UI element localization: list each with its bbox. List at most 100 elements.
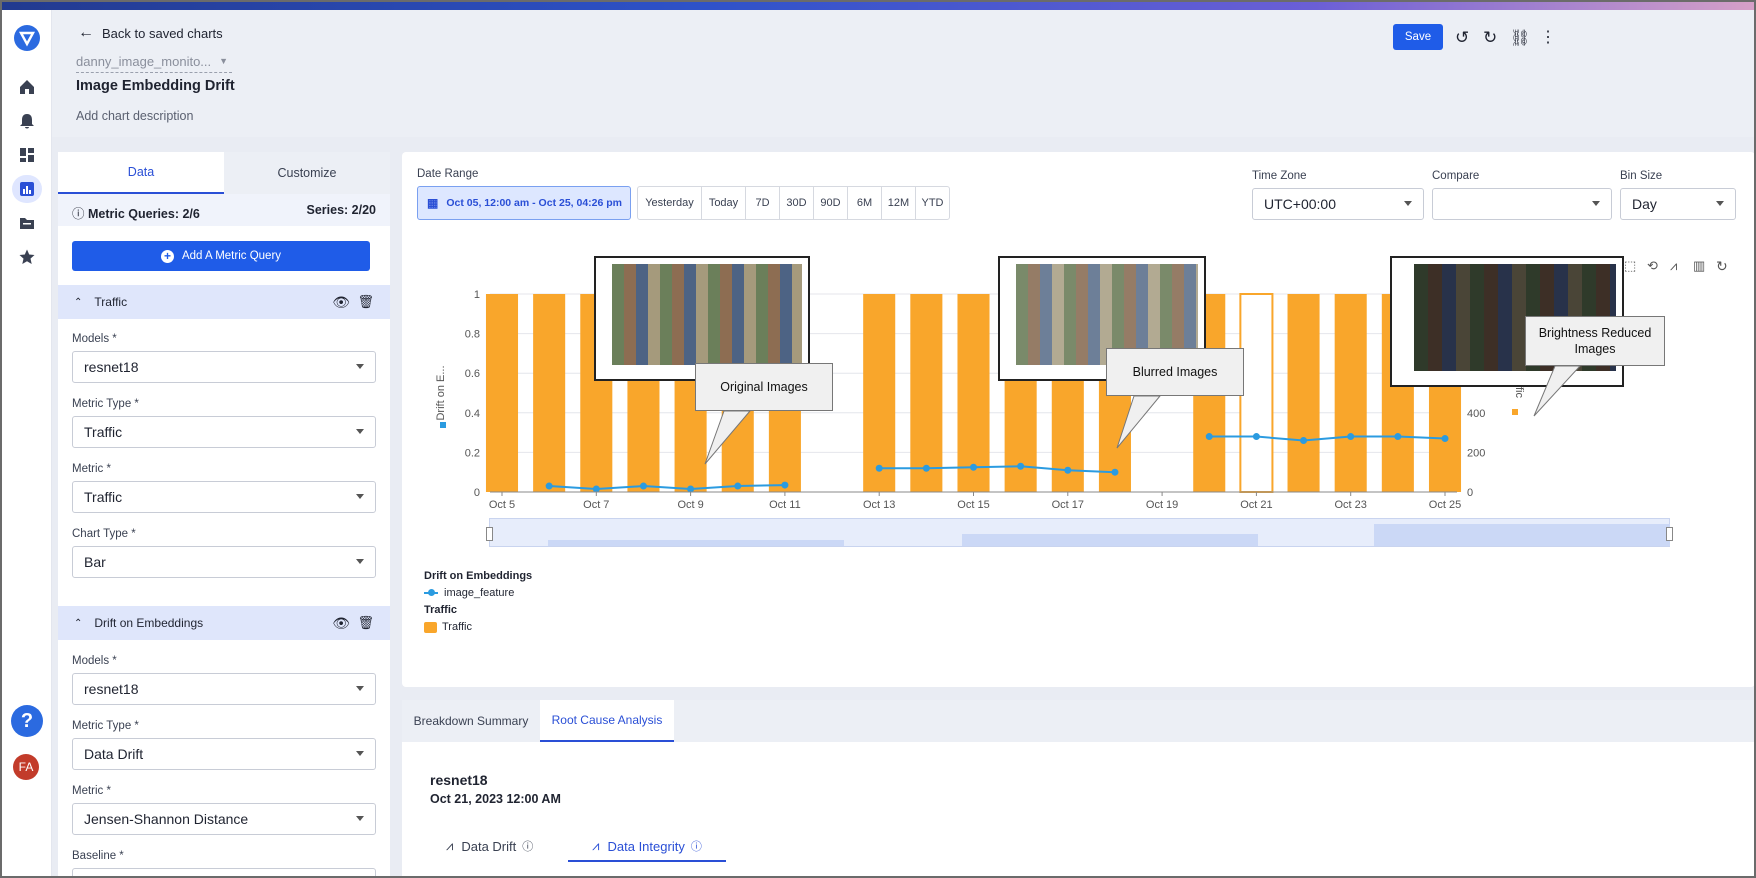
drift-point xyxy=(1205,433,1213,441)
link-icon[interactable]: ⛓ xyxy=(1510,28,1530,48)
range-90d[interactable]: 90D xyxy=(814,187,848,219)
section-title: Traffic xyxy=(94,295,128,309)
drift-point xyxy=(781,481,789,489)
caret-down-icon xyxy=(356,751,364,756)
section-traffic-header[interactable]: ⌃ Traffic 👁 🗑 xyxy=(58,285,390,319)
x-tick-label: Oct 13 xyxy=(863,499,895,511)
caret-down-icon xyxy=(356,686,364,691)
legend-group-title: Traffic xyxy=(424,604,458,616)
field-label: Metric Type * xyxy=(72,720,139,732)
drift-point xyxy=(875,464,883,472)
legend-item-image-feature[interactable]: image_feature xyxy=(424,587,514,599)
range-yesterday[interactable]: Yesterday xyxy=(638,187,702,219)
traffic-bar xyxy=(485,294,519,492)
drift-point xyxy=(922,464,930,472)
tab-customize[interactable]: Customize xyxy=(224,152,390,194)
metric-select[interactable]: Jensen-Shannon Distance xyxy=(72,803,376,835)
folder-icon[interactable] xyxy=(15,211,39,235)
logo-icon[interactable] xyxy=(13,24,41,52)
traffic-bar xyxy=(863,294,896,492)
subtab-label: Data Drift xyxy=(461,838,517,854)
add-metric-query-button[interactable]: + Add A Metric Query xyxy=(72,241,370,271)
select-value: Data Drift xyxy=(84,746,144,762)
trash-icon[interactable]: 🗑 xyxy=(357,294,374,310)
navigator-handle-left[interactable] xyxy=(486,527,493,541)
chart-description[interactable]: Add chart description xyxy=(76,109,193,123)
range-12m[interactable]: 12M xyxy=(882,187,916,219)
baseline-select[interactable] xyxy=(72,868,376,876)
home-icon[interactable] xyxy=(15,75,39,99)
x-tick-label: Oct 15 xyxy=(957,499,989,511)
metric-type-select[interactable]: Data Drift xyxy=(72,738,376,770)
range-7d[interactable]: 7D xyxy=(746,187,780,219)
range-today[interactable]: Today xyxy=(702,187,746,219)
chart-type-select[interactable]: Bar xyxy=(72,546,376,578)
navigator-series xyxy=(548,540,844,546)
project-select[interactable]: danny_image_monito... ▼ xyxy=(76,54,232,73)
undo-icon[interactable]: ↺ xyxy=(1455,28,1469,48)
navigator-handle-right[interactable] xyxy=(1666,527,1673,541)
timezone-select[interactable]: UTC+00:00 xyxy=(1252,188,1424,220)
callout-blurred: Blurred Images xyxy=(1106,348,1244,396)
eye-icon[interactable]: 👁 xyxy=(332,294,350,311)
navigator-series xyxy=(1374,524,1670,546)
drift-point xyxy=(734,482,742,490)
timezone-label: Time Zone xyxy=(1252,170,1307,182)
app-window: ? FA ← Back to saved charts danny_image_… xyxy=(0,0,1756,878)
legend-item-traffic[interactable]: Traffic xyxy=(424,621,472,633)
more-vert-icon[interactable]: ⋮ xyxy=(1540,27,1556,47)
drift-point xyxy=(1394,433,1402,441)
metric-select[interactable]: Traffic xyxy=(72,481,376,513)
nav-rail: ? FA xyxy=(2,10,52,876)
section-drift-header[interactable]: ⌃ Drift on Embeddings 👁 🗑 xyxy=(58,606,390,640)
help-icon[interactable]: ? xyxy=(11,705,43,737)
arrow-left-icon: ← xyxy=(78,24,94,41)
bell-icon[interactable] xyxy=(15,109,39,133)
traffic-bar xyxy=(1287,294,1320,492)
bin-size-label: Bin Size xyxy=(1620,170,1663,182)
field-label: Metric * xyxy=(72,785,111,797)
caret-down-icon xyxy=(1592,201,1600,206)
tab-breakdown-summary[interactable]: Breakdown Summary xyxy=(402,700,540,742)
avatar[interactable]: FA xyxy=(13,754,39,780)
drift-point xyxy=(1300,437,1308,445)
tab-data[interactable]: Data xyxy=(58,152,224,194)
redo-icon[interactable]: ↻ xyxy=(1483,28,1497,48)
star-icon[interactable] xyxy=(15,245,39,269)
select-value: Day xyxy=(1632,196,1657,212)
range-ytd[interactable]: YTD xyxy=(916,187,949,219)
y-left-tick-label: 0.2 xyxy=(465,447,480,459)
tab-root-cause-analysis[interactable]: Root Cause Analysis xyxy=(540,700,674,742)
models-select[interactable]: resnet18 xyxy=(72,673,376,705)
page-title[interactable]: Image Embedding Drift xyxy=(76,78,235,94)
rca-model-name: resnet18 xyxy=(430,772,488,788)
subtab-data-drift[interactable]: ⩘ Data Drift ⓘ xyxy=(446,838,533,854)
subtab-data-integrity[interactable]: ⩘ Data Integrity ⓘ xyxy=(568,832,726,862)
drift-point xyxy=(970,463,977,471)
range-6m[interactable]: 6M xyxy=(848,187,882,219)
date-range-picker[interactable]: ▦ Oct 05, 12:00 am - Oct 25, 04:26 pm xyxy=(417,186,631,220)
trash-icon[interactable]: 🗑 xyxy=(357,615,374,631)
x-tick-label: Oct 11 xyxy=(769,499,801,511)
trend-icon: ⩘ xyxy=(592,838,600,853)
dashboard-icon[interactable] xyxy=(15,143,39,167)
metric-type-select[interactable]: Traffic xyxy=(72,416,376,448)
charts-icon[interactable] xyxy=(12,175,42,203)
save-button[interactable]: Save xyxy=(1393,24,1443,50)
range-30d[interactable]: 30D xyxy=(780,187,814,219)
eye-icon[interactable]: 👁 xyxy=(332,615,350,632)
models-select[interactable]: resnet18 xyxy=(72,351,376,383)
series-count: Series: 2/20 xyxy=(306,203,377,217)
image-grid xyxy=(612,264,802,365)
field-label: Metric Type * xyxy=(72,398,139,410)
traffic-bar xyxy=(1334,294,1367,492)
legend-bar-swatch xyxy=(424,621,437,633)
bin-size-select[interactable]: Day xyxy=(1620,188,1736,220)
select-value: resnet18 xyxy=(84,359,139,375)
back-link[interactable]: ← Back to saved charts xyxy=(78,24,223,42)
select-value: resnet18 xyxy=(84,681,139,697)
drift-point xyxy=(1111,468,1119,476)
y-right-tick-label: 200 xyxy=(1467,447,1485,459)
range-navigator[interactable] xyxy=(486,518,1673,547)
compare-select[interactable] xyxy=(1432,188,1612,220)
